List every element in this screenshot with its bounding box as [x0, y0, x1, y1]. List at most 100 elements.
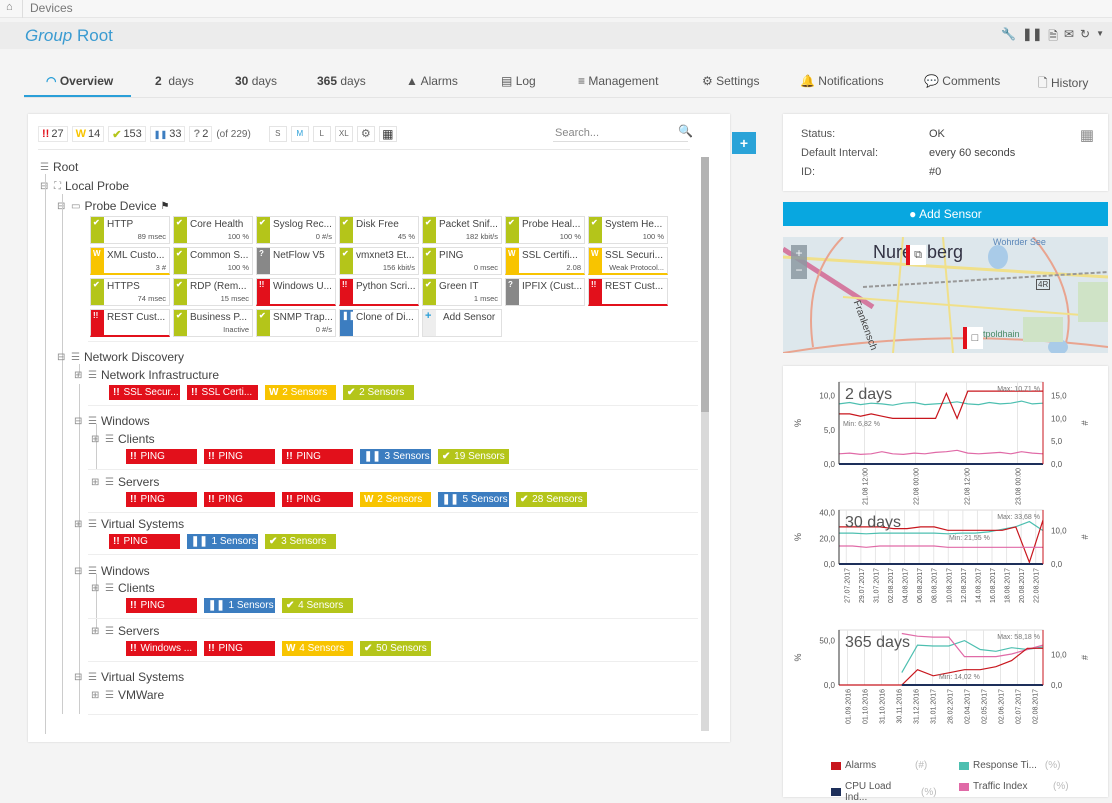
tree-group-clients[interactable]: ⊞ ☰ Clients: [91, 581, 155, 595]
sensor-tile[interactable]: ✔ RDP (Rem... 15 msec: [173, 278, 253, 306]
tab-history[interactable]: 🗋 History: [1038, 74, 1088, 95]
sensor-summary-chip[interactable]: !! PING: [126, 449, 197, 464]
caret-down-icon[interactable]: ▼: [1096, 27, 1104, 48]
sensor-tile[interactable]: ❚❚ Clone of Di...: [339, 309, 419, 337]
sensor-tile[interactable]: !! Windows U...: [256, 278, 336, 306]
sensor-tile[interactable]: ✔ Packet Snif... 182 kbit/s: [422, 216, 502, 244]
expand-icon[interactable]: ⊞: [91, 626, 101, 637]
map-marker-probe-icon[interactable]: □: [967, 327, 983, 349]
expand-icon[interactable]: ⊞: [74, 519, 84, 530]
sensor-tile[interactable]: ✔ Probe Heal... 100 %: [505, 216, 585, 244]
expand-icon[interactable]: ⊞: [91, 690, 101, 701]
tab-overview[interactable]: ◠ Overview: [46, 74, 113, 88]
collapse-icon[interactable]: ⊟: [74, 416, 84, 427]
qr-code-icon[interactable]: ▦: [1080, 126, 1094, 144]
sensor-tile[interactable]: ✔ vmxnet3 Et... 156 kbit/s: [339, 247, 419, 275]
add-sensor-tile[interactable]: + Add Sensor: [422, 309, 502, 337]
email-icon[interactable]: ✉: [1064, 27, 1074, 48]
sensor-summary-chip[interactable]: ❚❚ 3 Sensors: [360, 449, 431, 464]
map-marker-device-icon[interactable]: ⧉: [910, 245, 926, 265]
expand-icon[interactable]: ⊞: [74, 370, 84, 381]
sensor-summary-chip[interactable]: ❚❚ 5 Sensors: [438, 492, 509, 507]
sensor-summary-chip[interactable]: ✔ 19 Sensors: [438, 449, 509, 464]
sensor-tile[interactable]: W SSL Certifi... 2.08: [505, 247, 585, 275]
sensor-summary-chip[interactable]: !! PING: [126, 492, 197, 507]
sensor-tile[interactable]: ✔ Disk Free 45 %: [339, 216, 419, 244]
sensor-summary-chip[interactable]: ✔ 28 Sensors: [516, 492, 587, 507]
expand-icon[interactable]: ⊞: [91, 434, 101, 445]
collapse-icon[interactable]: ⊟: [57, 352, 67, 363]
sensor-summary-chip[interactable]: ✔ 2 Sensors: [343, 385, 414, 400]
sensor-summary-chip[interactable]: !! PING: [126, 598, 197, 613]
collapse-icon[interactable]: ⊟: [74, 566, 84, 577]
pause-icon[interactable]: ❚❚: [1022, 27, 1042, 48]
sensor-summary-chip[interactable]: !! SSL Certi...: [187, 385, 258, 400]
scrollbar-thumb[interactable]: [701, 157, 709, 412]
sensor-summary-chip[interactable]: !! PING: [204, 449, 275, 464]
tree-node-probe-device[interactable]: ⊟ ▭ Probe Device ⚑: [57, 199, 169, 213]
tree-group-windows[interactable]: ⊟ ☰ Windows: [74, 564, 150, 578]
tab-alarms[interactable]: ▲ Alarms: [406, 74, 458, 88]
sensor-tile[interactable]: ✔ System He... 100 %: [588, 216, 668, 244]
tree-node-local-probe[interactable]: ⊟ ⛶ Local Probe: [40, 179, 129, 193]
tree-group-network-infrastructure[interactable]: ⊞ ☰ Network Infrastructure: [74, 368, 219, 382]
sensor-summary-chip[interactable]: W 2 Sensors: [265, 385, 336, 400]
legend-item-alarms[interactable]: Alarms (#): [831, 760, 927, 771]
tree-group-clients[interactable]: ⊞ ☰ Clients: [91, 432, 155, 446]
tab-comments[interactable]: 💬 Comments: [924, 74, 1000, 88]
sensor-tile[interactable]: W XML Custo... 3 #: [90, 247, 170, 275]
sensor-summary-chip[interactable]: ✔ 4 Sensors: [282, 598, 353, 613]
tab-2-days[interactable]: 2 days: [155, 74, 194, 88]
tree-group-windows[interactable]: ⊟ ☰ Windows: [74, 414, 150, 428]
sensor-tile[interactable]: ✔ Core Health 100 %: [173, 216, 253, 244]
sensor-tile[interactable]: !! REST Cust...: [588, 278, 668, 306]
tree-group-virtual-systems[interactable]: ⊞ ☰ Virtual Systems: [74, 517, 184, 531]
sensor-summary-chip[interactable]: ✔ 3 Sensors: [265, 534, 336, 549]
tree-group-vmware[interactable]: ⊞ ☰ VMWare: [91, 688, 164, 702]
sensor-tile[interactable]: ✔ Green IT 1 msec: [422, 278, 502, 306]
tab-settings[interactable]: ⚙ Settings: [702, 74, 759, 88]
legend-item-traffic-index[interactable]: Traffic Index (%): [959, 781, 1069, 792]
tab-365-days[interactable]: 365 days: [317, 74, 366, 88]
home-icon[interactable]: ⌂: [6, 1, 13, 13]
tree-group-servers[interactable]: ⊞ ☰ Servers: [91, 475, 159, 489]
sensor-tile[interactable]: !! REST Cust...: [90, 309, 170, 337]
breadcrumb-devices[interactable]: Devices: [30, 1, 73, 15]
tab-30-days[interactable]: 30 days: [235, 74, 277, 88]
legend-item-cpu-load[interactable]: CPU Load Ind... (%): [831, 781, 937, 803]
sensor-summary-chip[interactable]: !! SSL Secur...: [109, 385, 180, 400]
sensor-tile[interactable]: !! Python Scri...: [339, 278, 419, 306]
sensor-tile[interactable]: W SSL Securi... Weak Protocol...: [588, 247, 668, 275]
zoom-out-button[interactable]: −: [791, 262, 807, 279]
sensor-tile[interactable]: ✔ Common S... 100 %: [173, 247, 253, 275]
tab-management[interactable]: ≡ Management: [578, 74, 658, 88]
sensor-summary-chip[interactable]: W 4 Sensors: [282, 641, 353, 656]
sensor-tile[interactable]: ✔ SNMP Trap... 0 #/s: [256, 309, 336, 337]
refresh-icon[interactable]: ↻: [1080, 27, 1090, 48]
add-group-button[interactable]: +: [732, 132, 756, 154]
add-document-icon[interactable]: 🗎: [1048, 27, 1058, 48]
tree-group-virtual-systems[interactable]: ⊟ ☰ Virtual Systems: [74, 670, 184, 684]
sensor-summary-chip[interactable]: ✔ 50 Sensors: [360, 641, 431, 656]
tree-group-servers[interactable]: ⊞ ☰ Servers: [91, 624, 159, 638]
expand-icon[interactable]: ⊞: [91, 583, 101, 594]
sensor-tile[interactable]: ? IPFIX (Cust...: [505, 278, 585, 306]
sensor-tile[interactable]: ✔ Syslog Rec... 0 #/s: [256, 216, 336, 244]
geo-map[interactable]: Nuremberg Wohrder See Frankensch Luitpol…: [783, 237, 1108, 353]
tab-log[interactable]: ▤ Log: [501, 74, 536, 88]
zoom-in-button[interactable]: +: [791, 245, 807, 262]
sensor-summary-chip[interactable]: !! Windows ...: [126, 641, 197, 656]
sensor-summary-chip[interactable]: ❚❚ 1 Sensors: [204, 598, 275, 613]
sensor-summary-chip[interactable]: ❚❚ 1 Sensors: [187, 534, 258, 549]
sensor-tile[interactable]: ✔ HTTP 89 msec: [90, 216, 170, 244]
sensor-tile[interactable]: ✔ HTTPS 74 msec: [90, 278, 170, 306]
add-sensor-button[interactable]: ● Add Sensor: [783, 202, 1108, 226]
expand-icon[interactable]: ⊞: [91, 477, 101, 488]
collapse-icon[interactable]: ⊟: [74, 672, 84, 683]
sensor-summary-chip[interactable]: !! PING: [204, 492, 275, 507]
tree-scrollbar[interactable]: [701, 157, 709, 731]
sensor-tile[interactable]: ✔ Business P... Inactive: [173, 309, 253, 337]
legend-item-response-time[interactable]: Response Ti... (%): [959, 760, 1060, 771]
sensor-summary-chip[interactable]: !! PING: [204, 641, 275, 656]
tab-notifications[interactable]: 🔔 Notifications: [800, 74, 884, 88]
